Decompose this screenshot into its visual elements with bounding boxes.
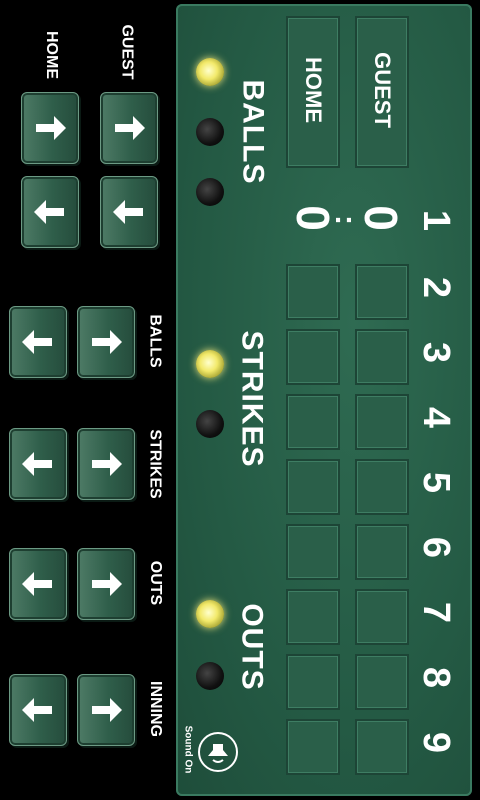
strikes-down-button[interactable] — [9, 428, 67, 500]
strike-lamp-2 — [196, 410, 224, 438]
inning-number-4: 4 — [415, 406, 458, 428]
guest-controls-label: GUEST — [112, 22, 142, 82]
outs-up-button[interactable] — [77, 548, 135, 620]
inning-number-2: 2 — [415, 276, 458, 298]
guest-inning-7-panel — [355, 589, 409, 645]
guest-inning-2-panel — [355, 264, 409, 320]
outs-controls-label: OUTS — [147, 560, 165, 606]
home-controls-label: HOME — [36, 30, 66, 80]
out-lamp-1 — [196, 600, 224, 628]
arrow-left-icon — [113, 200, 143, 224]
home-label: HOME — [43, 31, 60, 79]
guest-inning-6-panel — [355, 524, 409, 580]
inning-down-button[interactable] — [9, 674, 67, 746]
balls-down-button[interactable] — [9, 306, 67, 378]
inning-number-3: 3 — [415, 341, 458, 363]
guest-inning-8-panel — [355, 654, 409, 710]
guest-label: GUEST — [119, 24, 136, 80]
guest-inning-3-panel — [355, 329, 409, 385]
home-inning-3-panel — [286, 329, 340, 385]
arrow-right-icon — [92, 330, 122, 354]
inning-number-8: 8 — [415, 666, 458, 688]
balls-board-label: BALLS — [236, 79, 269, 185]
arrow-right-icon — [36, 116, 66, 140]
ball-lamp-3 — [196, 178, 224, 206]
strikes-board-label: STRIKES — [236, 330, 269, 468]
home-inning-7-panel — [286, 589, 340, 645]
arrow-right-icon — [115, 116, 145, 140]
home-inning-8-panel — [286, 654, 340, 710]
guest-header: GUEST — [370, 52, 396, 128]
home-inning-2-panel — [286, 264, 340, 320]
out-lamp-2 — [196, 662, 224, 690]
home-inning-5-panel — [286, 459, 340, 515]
home-score-up-button[interactable] — [21, 92, 79, 164]
outs-board-label: OUTS — [236, 603, 269, 691]
arrow-right-icon — [92, 452, 122, 476]
home-inning-4-panel — [286, 394, 340, 450]
strikes-controls-label: STRIKES — [147, 429, 164, 499]
inning-number-5: 5 — [415, 471, 458, 493]
sound-label: Sound On — [182, 725, 194, 773]
ball-lamp-2 — [196, 118, 224, 146]
strikes-up-button[interactable] — [77, 428, 135, 500]
home-inning-6-panel — [286, 524, 340, 580]
inning-up-button[interactable] — [77, 674, 135, 746]
inning-number-1: 1 — [415, 209, 458, 231]
arrow-left-icon — [22, 572, 52, 596]
guest-score-up-button[interactable] — [100, 92, 158, 164]
inning-number-9: 9 — [415, 731, 458, 753]
home-score-down-button[interactable] — [21, 176, 79, 248]
guest-score-down-button[interactable] — [100, 176, 158, 248]
arrow-left-icon — [22, 452, 52, 476]
sound-toggle[interactable]: Sound On — [180, 718, 240, 780]
arrow-right-icon — [92, 572, 122, 596]
inning-number-6: 6 — [415, 536, 458, 558]
balls-controls-label: BALLS — [147, 314, 165, 368]
guest-score: 0 — [355, 205, 407, 231]
balls-up-button[interactable] — [77, 306, 135, 378]
outs-down-button[interactable] — [9, 548, 67, 620]
home-header: HOME — [301, 57, 326, 123]
speaker-icon — [198, 732, 238, 772]
strike-lamp-1 — [196, 350, 224, 378]
home-inning-9-panel — [286, 719, 340, 775]
arrow-left-icon — [22, 330, 52, 354]
inning-number-7: 7 — [415, 601, 458, 623]
arrow-right-icon — [92, 698, 122, 722]
arrow-left-icon — [34, 200, 64, 224]
guest-inning-9-panel — [355, 719, 409, 775]
arrow-left-icon — [22, 698, 52, 722]
guest-inning-5-panel — [355, 459, 409, 515]
ball-lamp-1 — [196, 58, 224, 86]
guest-inning-4-panel — [355, 394, 409, 450]
inning-controls-label: INNING — [147, 681, 164, 737]
